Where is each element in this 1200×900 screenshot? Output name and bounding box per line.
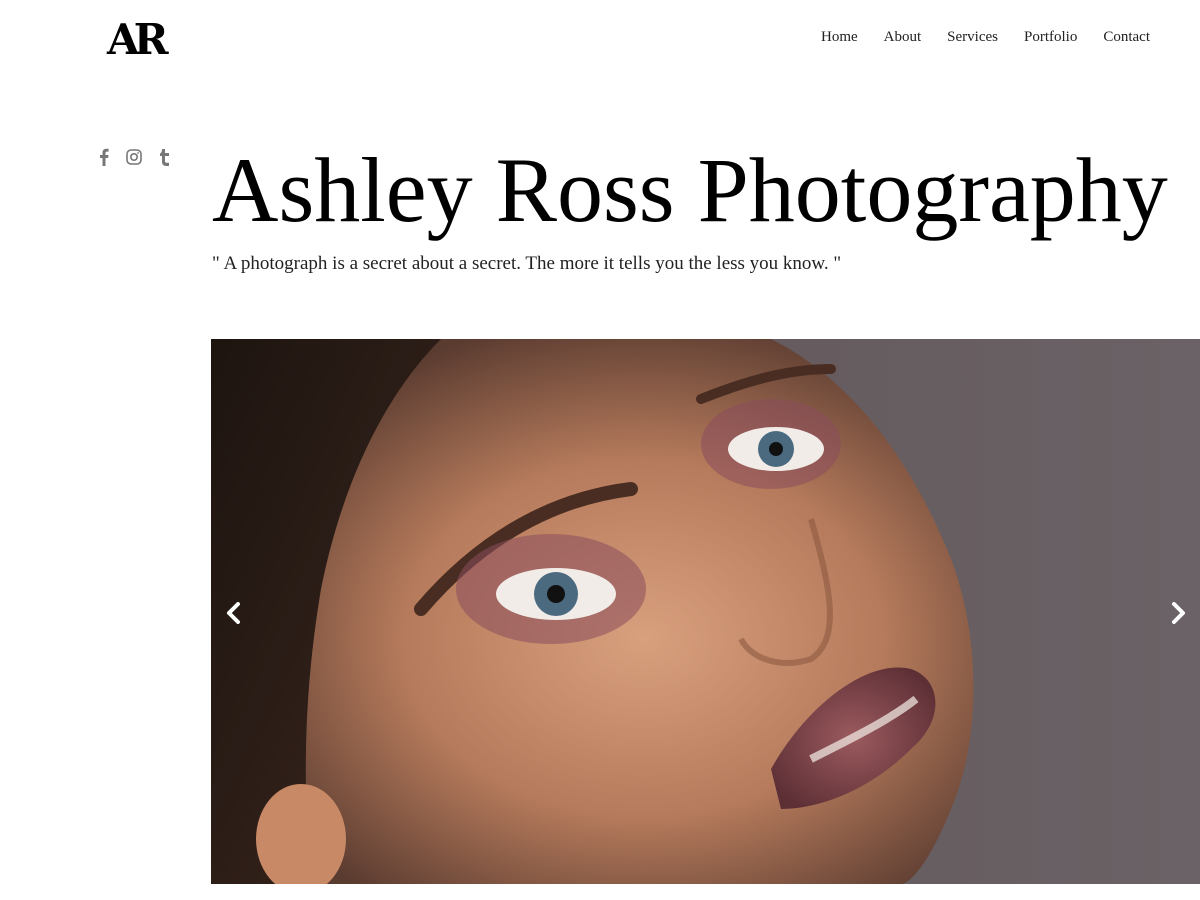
page-title: Ashley Ross Photography (212, 139, 1168, 241)
chevron-right-icon (1172, 602, 1185, 624)
instagram-icon[interactable] (126, 147, 142, 167)
nav-home[interactable]: Home (821, 29, 858, 46)
slider-next-button[interactable] (1165, 600, 1191, 626)
nav-services[interactable]: Services (947, 29, 998, 46)
tumblr-icon[interactable] (156, 147, 172, 167)
facebook-icon[interactable] (96, 147, 112, 167)
nav-contact[interactable]: Contact (1103, 29, 1150, 46)
site-logo[interactable]: AR (107, 18, 168, 62)
chevron-left-icon (227, 602, 240, 624)
portrait-photo (211, 339, 1200, 884)
hero-slider[interactable] (211, 339, 1200, 884)
nav-portfolio[interactable]: Portfolio (1024, 29, 1077, 46)
main-nav: Home About Services Portfolio Contact (821, 29, 1150, 46)
tagline-quote: " A photograph is a secret about a secre… (212, 253, 842, 274)
slider-prev-button[interactable] (221, 600, 247, 626)
social-links (96, 147, 172, 167)
nav-about[interactable]: About (884, 29, 922, 46)
